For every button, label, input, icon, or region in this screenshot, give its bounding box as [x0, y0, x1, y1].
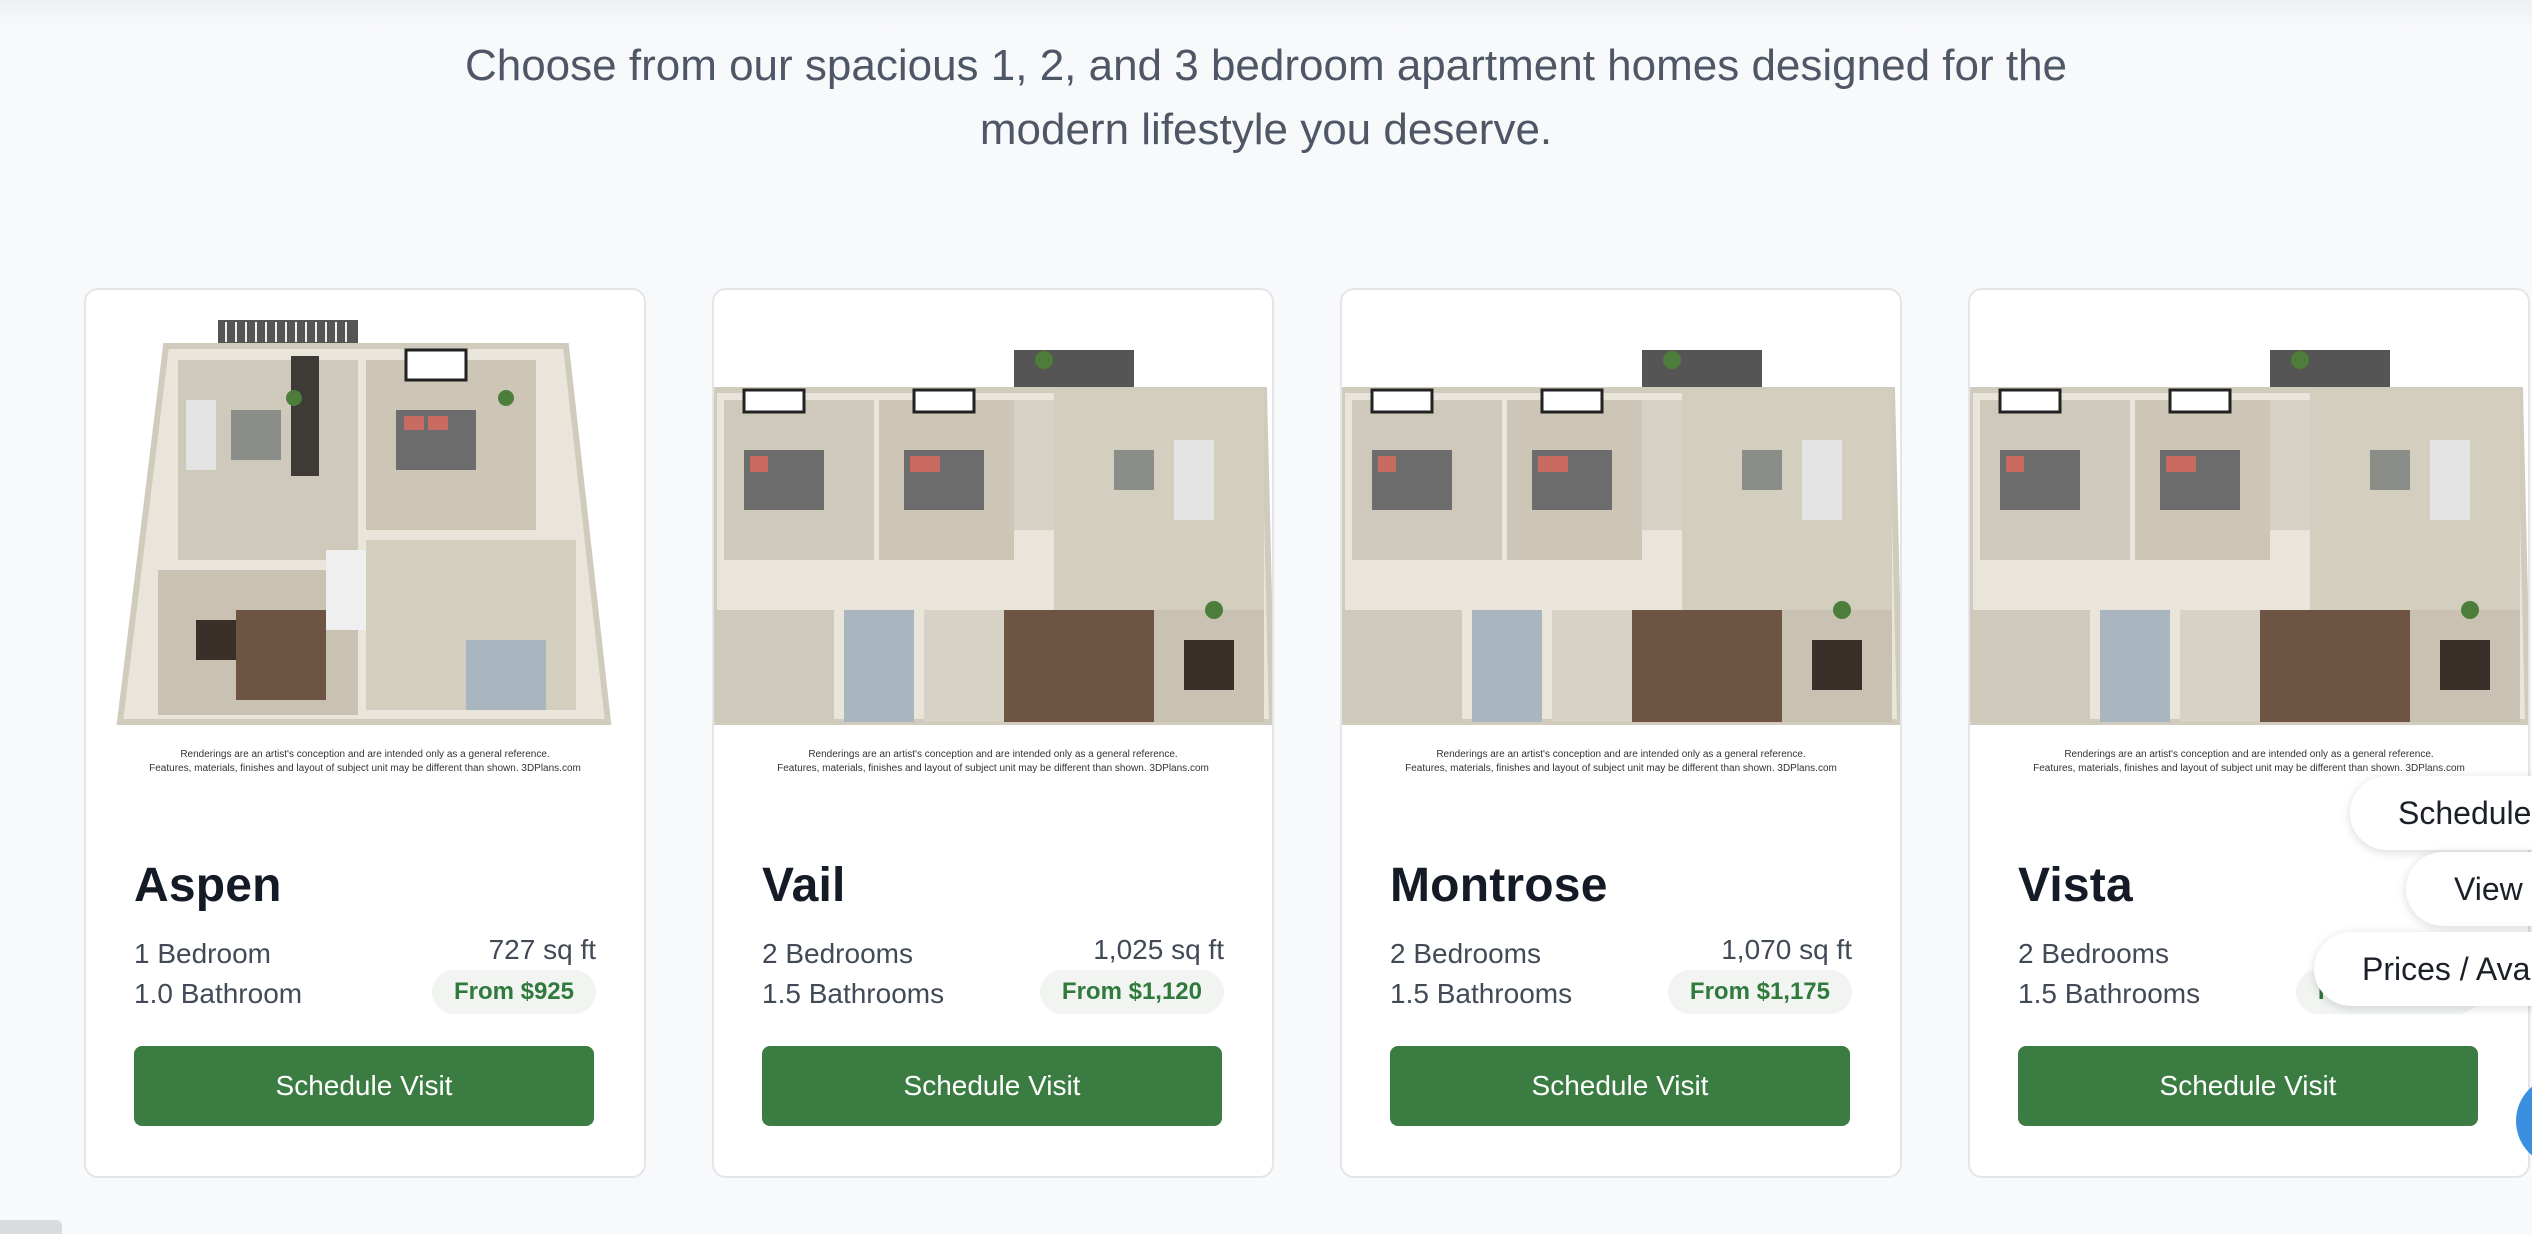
price-badge: From $1,120 — [1039, 970, 1224, 1014]
floor-plan-list: Renderings are an artist's conception an… — [84, 288, 2532, 1178]
floating-view-button[interactable]: View — [2406, 852, 2532, 926]
disclaimer-line-1: Renderings are an artist's conception an… — [1436, 749, 1806, 760]
disclaimer-line-2: Features, materials, finishes and layout… — [149, 763, 581, 774]
rendering-disclaimer: Renderings are an artist's conception an… — [86, 748, 644, 776]
plan-name: Aspen — [134, 859, 282, 912]
square-footage: 1,070 sq ft — [1721, 934, 1852, 965]
floating-schedule-button[interactable]: Schedule — [2350, 776, 2532, 850]
scroll-indicator — [0, 1220, 62, 1234]
schedule-visit-button[interactable]: Schedule Visit — [762, 1046, 1222, 1126]
square-footage: 727 sq ft — [488, 934, 596, 965]
floor-plan-card-montrose[interactable]: Renderings are an artist's conception an… — [1340, 288, 1902, 1178]
floor-plan-image[interactable] — [1342, 290, 1900, 790]
floor-plan-image[interactable] — [86, 290, 644, 790]
floor-plan-image[interactable] — [714, 290, 1272, 790]
floor-plan-card-vail[interactable]: Renderings are an artist's conception an… — [712, 288, 1274, 1178]
disclaimer-line-1: Renderings are an artist's conception an… — [808, 749, 1178, 760]
disclaimer-line-1: Renderings are an artist's conception an… — [2064, 749, 2434, 760]
floor-plan-card-vista[interactable]: Renderings are an artist's conception an… — [1968, 288, 2530, 1178]
plan-name: Montrose — [1390, 859, 1608, 912]
bedroom-count: 2 Bedrooms — [1390, 938, 1541, 969]
intro-text: Choose from our spacious 1, 2, and 3 bed… — [0, 34, 2532, 162]
price-badge: From $1,175 — [1667, 970, 1852, 1014]
floor-plan-image[interactable] — [1970, 290, 2528, 790]
bedroom-count: 2 Bedrooms — [762, 938, 913, 969]
floating-prices-button[interactable]: Prices / Ava — [2314, 932, 2532, 1006]
plan-name: Vista — [2018, 859, 2133, 912]
rendering-disclaimer: Renderings are an artist's conception an… — [1342, 748, 1900, 776]
disclaimer-line-2: Features, materials, finishes and layout… — [2033, 763, 2465, 774]
top-fade — [0, 0, 2532, 30]
bathroom-count: 1.5 Bathrooms — [762, 978, 945, 1009]
plan-name: Vail — [762, 859, 846, 912]
price-badge: From $925 — [431, 970, 596, 1014]
intro-line-1: Choose from our spacious 1, 2, and 3 bed… — [464, 41, 2068, 90]
disclaimer-line-2: Features, materials, finishes and layout… — [777, 763, 1209, 774]
disclaimer-line-2: Features, materials, finishes and layout… — [1405, 763, 1837, 774]
schedule-visit-button[interactable]: Schedule Visit — [1390, 1046, 1850, 1126]
rendering-disclaimer: Renderings are an artist's conception an… — [1970, 748, 2528, 776]
floor-plan-card-aspen[interactable]: Renderings are an artist's conception an… — [84, 288, 646, 1178]
rendering-disclaimer: Renderings are an artist's conception an… — [714, 748, 1272, 776]
schedule-visit-button[interactable]: Schedule Visit — [134, 1046, 594, 1126]
bedroom-count: 2 Bedrooms — [2018, 938, 2169, 969]
schedule-visit-button[interactable]: Schedule Visit — [2018, 1046, 2478, 1126]
intro-line-2: modern lifestyle you deserve. — [979, 105, 1553, 154]
square-footage: 1,025 sq ft — [1093, 934, 1224, 965]
disclaimer-line-1: Renderings are an artist's conception an… — [180, 749, 550, 760]
bathroom-count: 1.5 Bathrooms — [1390, 978, 1573, 1009]
bedroom-count: 1 Bedroom — [134, 938, 271, 969]
bathroom-count: 1.0 Bathroom — [134, 978, 303, 1009]
bathroom-count: 1.5 Bathrooms — [2018, 978, 2201, 1009]
